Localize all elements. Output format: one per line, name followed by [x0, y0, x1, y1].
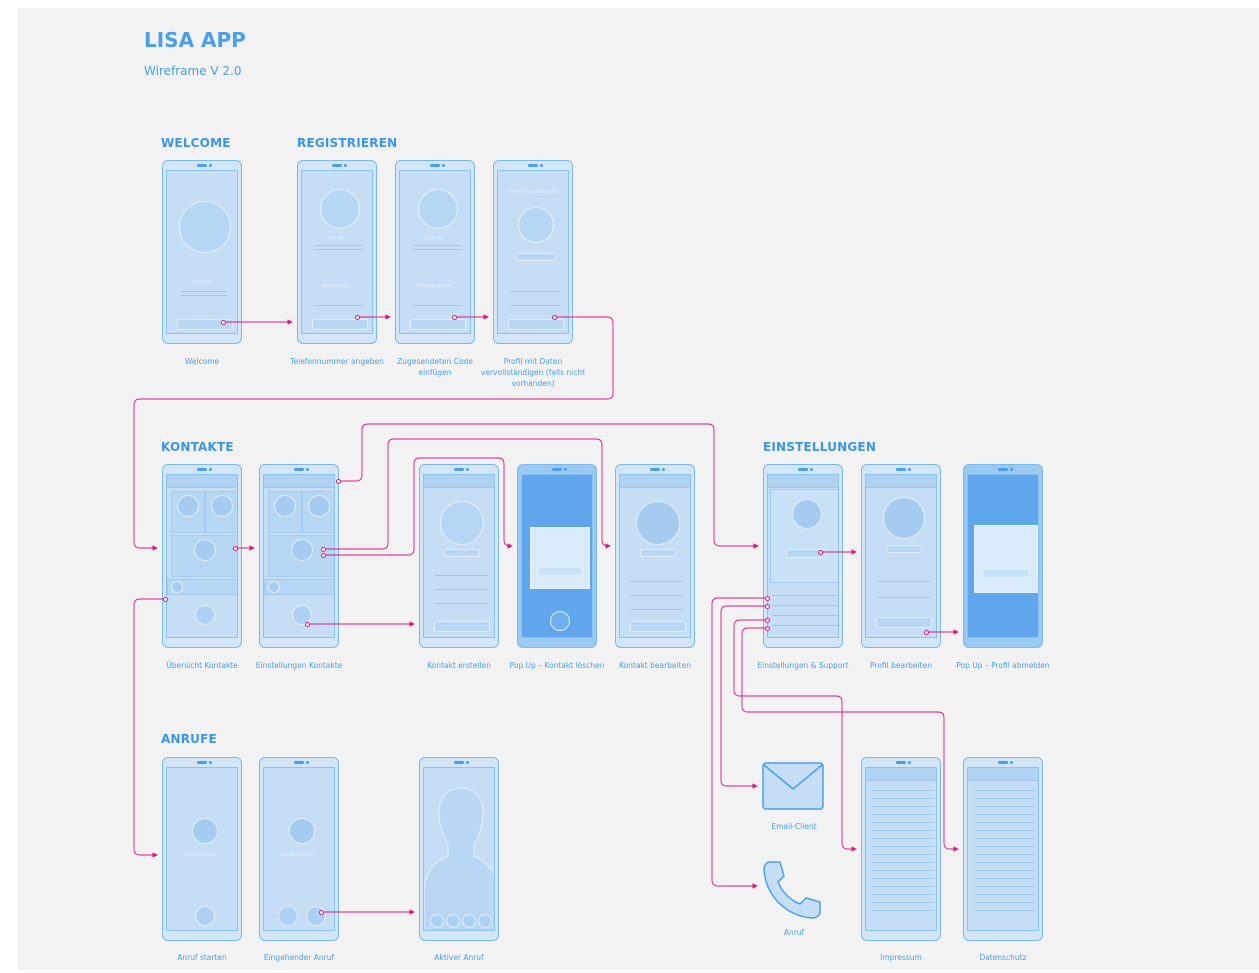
flow-support-datenschutz — [741, 627, 959, 852]
flow-einst-kontakte-loeschen — [324, 457, 513, 556]
hotspot-loeschen[interactable] — [321, 553, 326, 558]
flow-support-impressum — [733, 619, 857, 852]
flow-einst-kontakte-bearbeiten — [324, 438, 611, 550]
hotspot-bearbeiten[interactable] — [321, 547, 326, 552]
flow-connectors — [133, 314, 959, 915]
hotspot-datenschutz[interactable] — [765, 626, 770, 631]
flow-kontakte-anruf — [133, 598, 166, 858]
hotspot-kontakt-plus[interactable] — [305, 622, 310, 627]
hotspot-kontakt-settings[interactable] — [233, 546, 238, 551]
hotspot-annehmen[interactable] — [319, 910, 324, 915]
hotspot-abmelden[interactable] — [924, 630, 929, 635]
flow-support-call — [711, 597, 768, 889]
hotspot-welcome-start[interactable] — [221, 320, 226, 325]
hotspot-bestaetigen[interactable] — [452, 315, 457, 320]
hotspot-profil-bearbeiten[interactable] — [818, 550, 823, 555]
flow-einst-kontakte-support — [339, 423, 759, 549]
hotspot-registrieren[interactable] — [355, 315, 360, 320]
hotspot-support-call[interactable] — [765, 596, 770, 601]
hotspot-abschliessen[interactable] — [552, 315, 557, 320]
hotspot-support-email[interactable] — [765, 604, 770, 609]
hotspot-settings-gear[interactable] — [336, 479, 341, 484]
hotspot-kontakt-anrufen[interactable] — [163, 597, 168, 602]
hotspot-impressum[interactable] — [765, 618, 770, 623]
flow-profil-kontakte — [133, 316, 614, 551]
